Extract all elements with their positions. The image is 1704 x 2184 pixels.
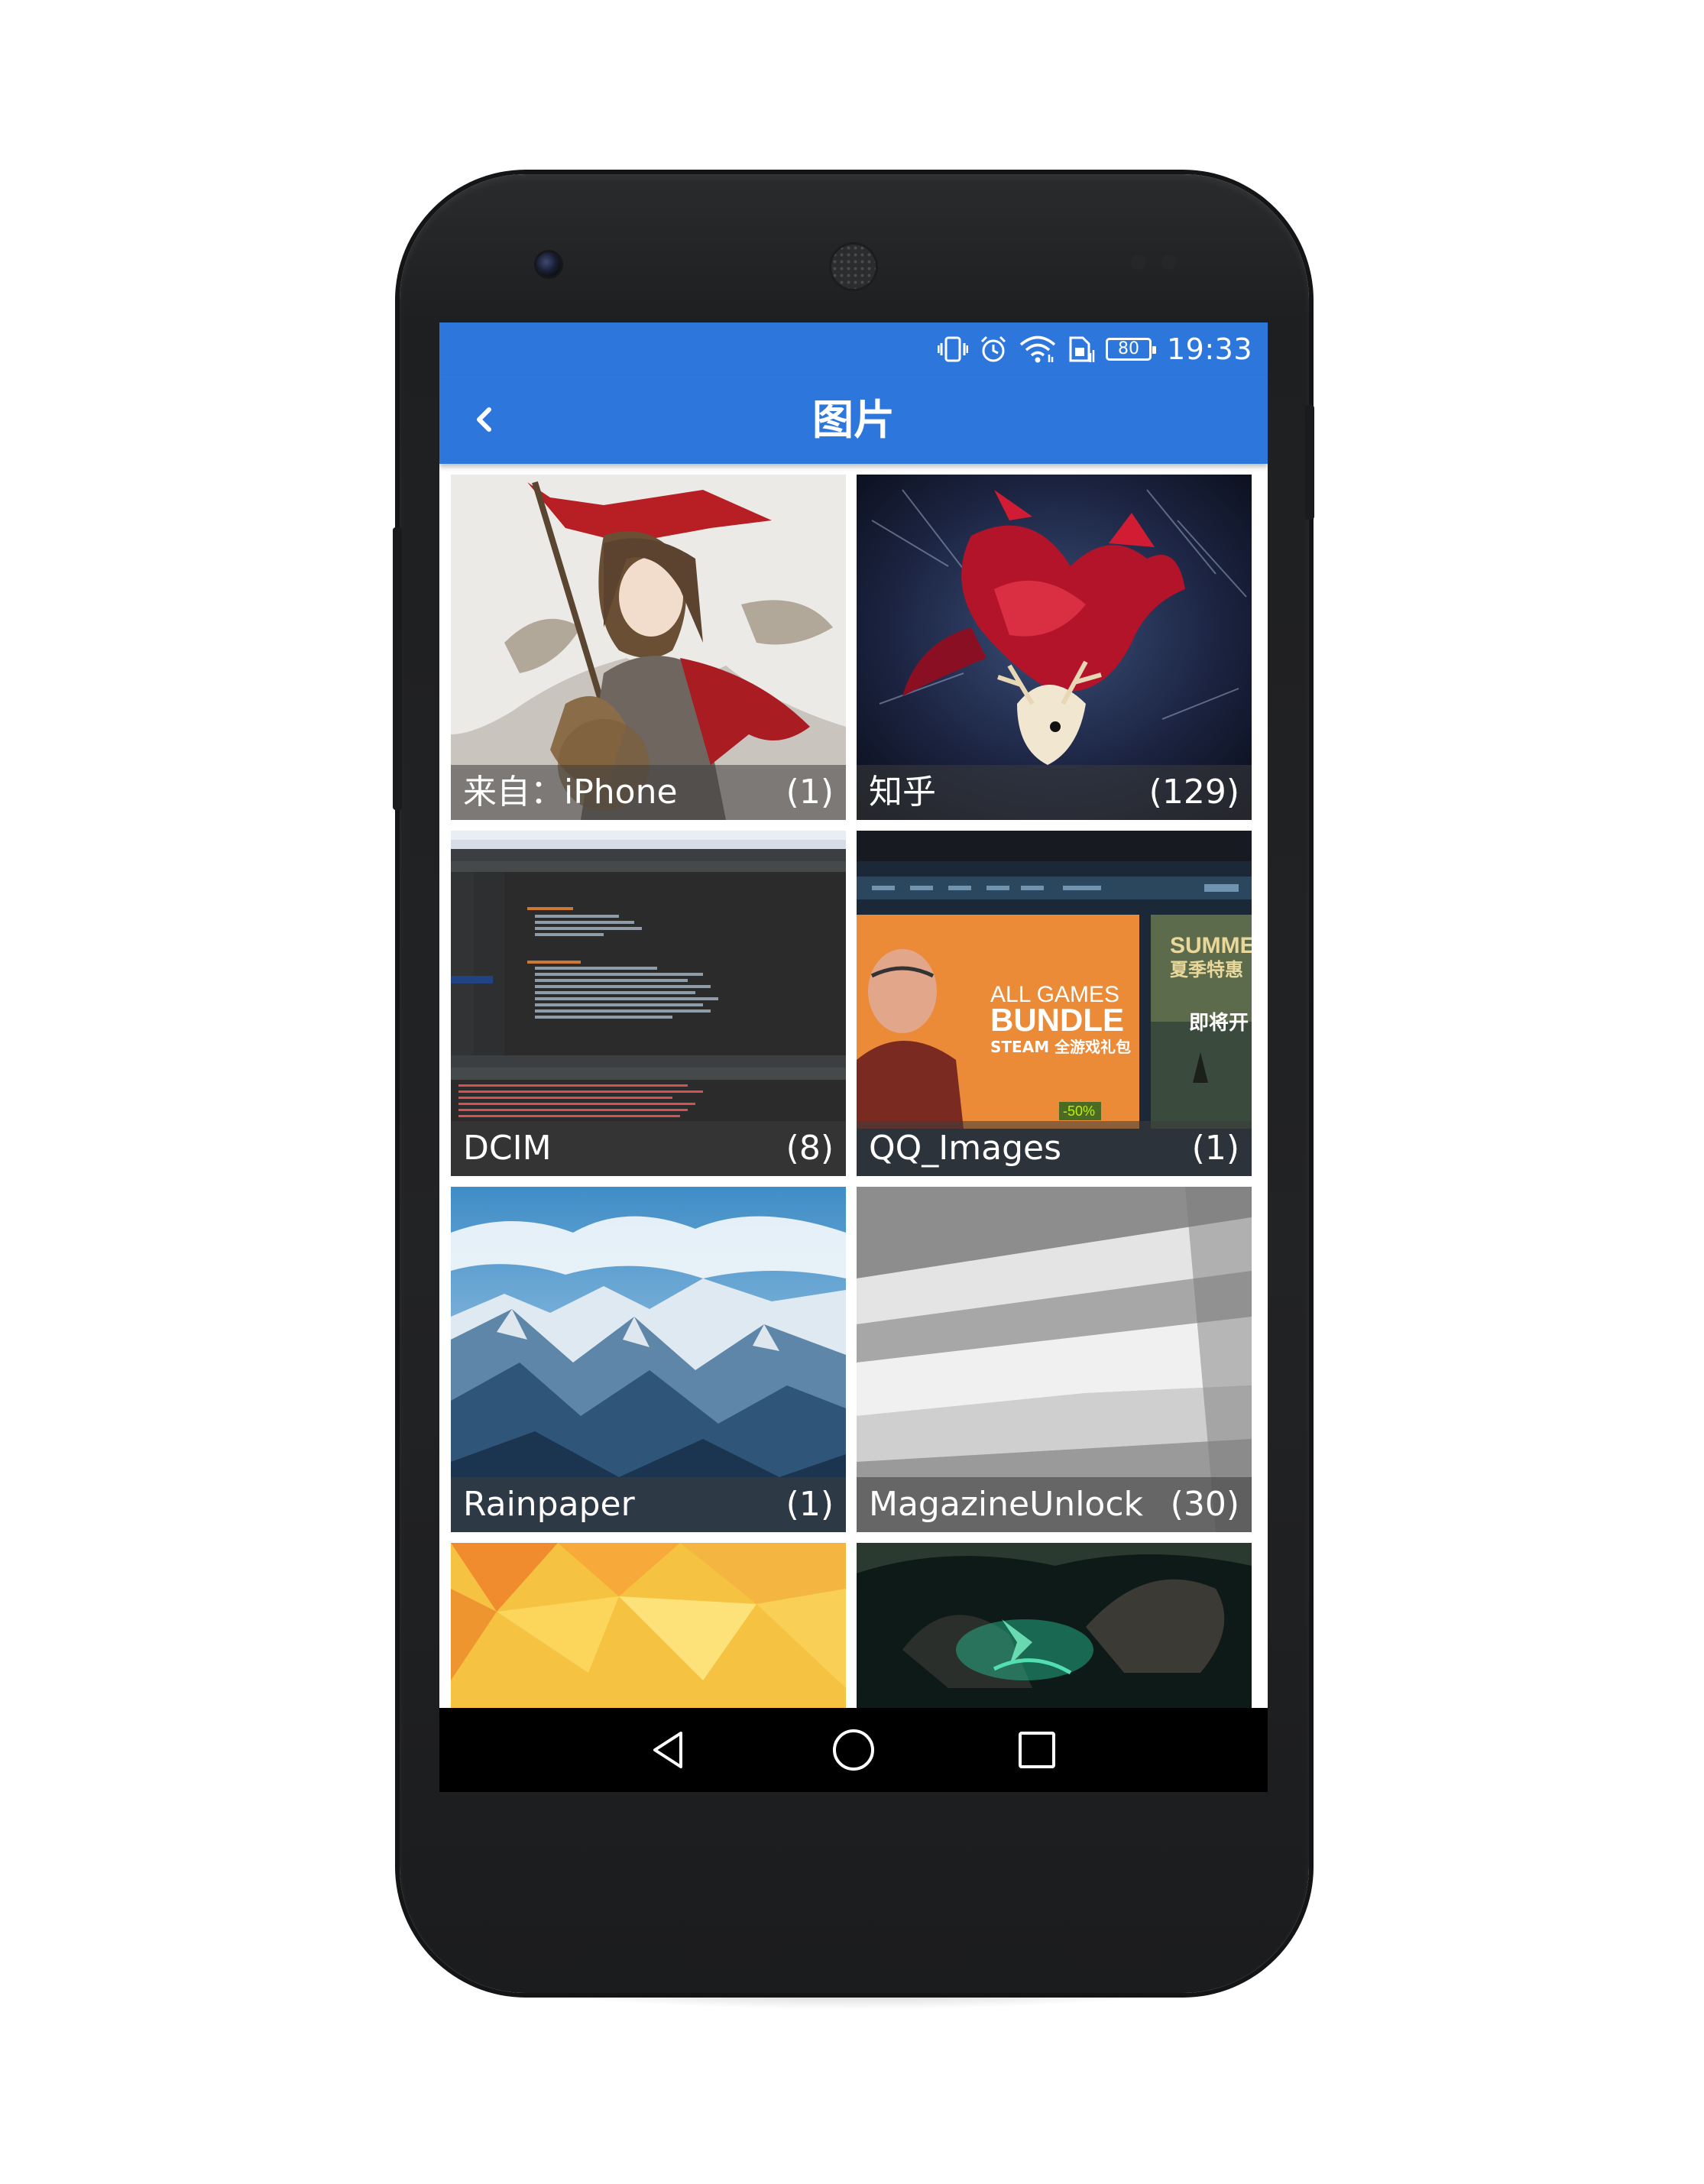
- album-caption: Rainpaper (1): [451, 1477, 846, 1532]
- album-thumbnail: [857, 1543, 1252, 1716]
- album-count: (1): [786, 1485, 834, 1524]
- steam-side-title: SUMMER: [1170, 933, 1252, 958]
- battery-icon: 80: [1105, 338, 1156, 361]
- album-name: DCIM: [463, 1129, 552, 1168]
- album-name: MagazineUnlock: [869, 1485, 1144, 1524]
- front-camera: [536, 252, 561, 277]
- album-name: 知乎: [869, 773, 936, 812]
- volume-button: [393, 527, 402, 810]
- album-tile-dcim[interactable]: DCIM (8): [451, 831, 846, 1176]
- chevron-left-icon: [477, 407, 491, 432]
- home-circle-icon[interactable]: [831, 1727, 876, 1773]
- album-tile-iphone[interactable]: 来自：iPhone (1): [451, 475, 846, 820]
- wifi-icon: [1019, 335, 1056, 363]
- album-tile-qq-images[interactable]: ALL GAMES BUNDLE STEAM 全游戏礼包 -50% SUMMER…: [857, 831, 1252, 1176]
- album-count: (1): [1191, 1129, 1239, 1168]
- album-name: 来自：iPhone: [463, 773, 678, 812]
- vibrate-icon: [937, 336, 968, 362]
- back-triangle-icon[interactable]: [646, 1727, 692, 1773]
- sim-card-icon: [1069, 336, 1095, 362]
- album-caption: QQ_Images (1): [857, 1121, 1252, 1176]
- battery-level: 80: [1117, 339, 1139, 358]
- album-name: QQ_Images: [869, 1129, 1061, 1168]
- earpiece-speaker: [831, 245, 876, 289]
- proximity-sensor: [1131, 254, 1146, 270]
- light-sensor: [1161, 254, 1177, 270]
- album-name: Rainpaper: [463, 1485, 635, 1524]
- recents-square-icon[interactable]: [1014, 1727, 1060, 1773]
- back-button[interactable]: [462, 397, 508, 442]
- album-tile-partial-dragon[interactable]: [857, 1543, 1252, 1716]
- album-grid: 来自：iPhone (1) 知乎 (129) DCIM (8) ALL GAME…: [439, 464, 1268, 1716]
- album-count: (129): [1148, 773, 1239, 812]
- phone-screen: 80 19:33 图片 来自：iPhone (1) 知乎 (129) DCIM …: [439, 322, 1268, 1792]
- page-title: 图片: [812, 396, 895, 444]
- steam-discount: -50%: [1063, 1103, 1095, 1119]
- album-caption: DCIM (8): [451, 1121, 846, 1176]
- album-count: (1): [786, 773, 834, 812]
- alarm-icon: [980, 335, 1006, 362]
- steam-side-subtitle: 夏季特惠: [1170, 959, 1243, 980]
- status-bar: 80 19:33: [439, 322, 1268, 376]
- album-count: (8): [786, 1129, 834, 1168]
- steam-banner-line2: BUNDLE: [990, 1002, 1124, 1038]
- steam-side-cta: 即将开: [1189, 1012, 1249, 1035]
- power-button: [1305, 405, 1314, 520]
- album-tile-zhihu[interactable]: 知乎 (129): [857, 475, 1252, 820]
- album-tile-partial-yellow[interactable]: [451, 1543, 846, 1716]
- app-bar: 图片: [439, 376, 1268, 464]
- album-caption: 知乎 (129): [857, 765, 1252, 820]
- steam-banner-line3: STEAM 全游戏礼包: [990, 1038, 1131, 1056]
- album-tile-rainpaper[interactable]: Rainpaper (1): [451, 1187, 846, 1532]
- album-caption: 来自：iPhone (1): [451, 765, 846, 820]
- navigation-bar: [439, 1708, 1268, 1792]
- album-count: (30): [1170, 1485, 1239, 1524]
- album-caption: MagazineUnlock (30): [857, 1477, 1252, 1532]
- album-tile-magazineunlock[interactable]: MagazineUnlock (30): [857, 1187, 1252, 1532]
- clock: 19:33: [1166, 332, 1252, 366]
- album-thumbnail: [451, 1543, 846, 1716]
